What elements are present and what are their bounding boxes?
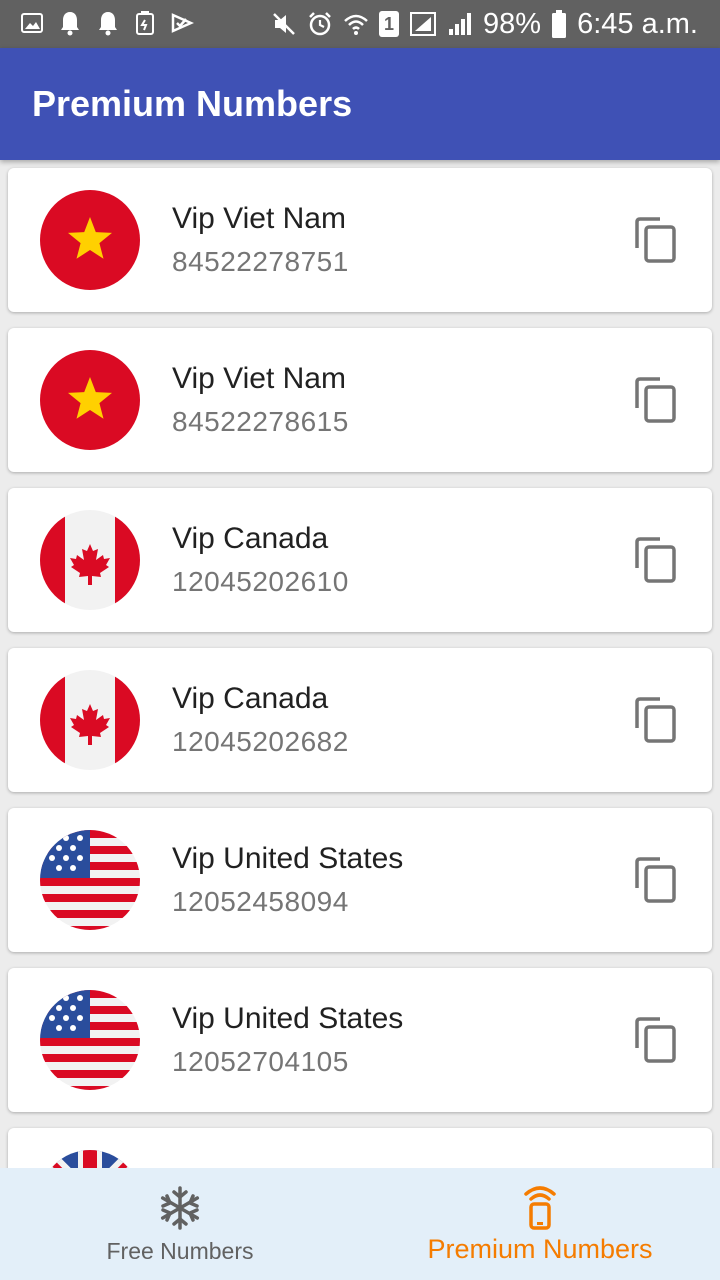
phone-number: 12045202610	[172, 566, 349, 597]
copy-button[interactable]	[628, 532, 684, 588]
phone-number: 84522278615	[172, 406, 349, 437]
country-name: Vip Viet Nam	[172, 202, 346, 235]
number-card[interactable]: Vip Viet Nam 84522278615	[8, 328, 712, 472]
copy-button[interactable]	[628, 852, 684, 908]
number-card[interactable]: Vip United States 12052458094	[8, 808, 712, 952]
number-card[interactable]	[8, 1128, 712, 1168]
country-name: Vip Canada	[172, 682, 329, 715]
sim-icon: 1	[379, 11, 400, 37]
copy-icon	[635, 697, 676, 743]
page-title: Premium Numbers	[32, 83, 353, 124]
copy-icon	[635, 217, 676, 263]
phone-signal-icon	[524, 1186, 556, 1230]
bell-notification-icon	[61, 12, 79, 36]
vietnam-flag-icon	[40, 350, 140, 450]
country-name: Vip United States	[172, 842, 404, 875]
copy-button[interactable]	[628, 212, 684, 268]
nav-free-numbers-label: Free Numbers	[106, 1238, 254, 1264]
copy-icon	[635, 377, 676, 423]
battery-saver-notification-icon	[136, 11, 154, 35]
bell-notification-icon	[99, 12, 117, 36]
wifi-icon	[344, 14, 368, 35]
clock: 6:45 a.m.	[577, 8, 698, 40]
country-name: Vip Canada	[172, 522, 329, 555]
copy-icon	[635, 857, 676, 903]
number-card[interactable]: Vip Canada 12045202610	[8, 488, 712, 632]
alarm-icon	[309, 12, 331, 36]
image-notification-icon	[21, 13, 43, 33]
nav-premium-numbers[interactable]: Premium Numbers	[360, 1168, 720, 1280]
phone-number: 12052704105	[172, 1046, 349, 1077]
copy-button[interactable]	[628, 1012, 684, 1068]
usa-flag-icon	[40, 830, 140, 930]
phone-number: 84522278751	[172, 246, 349, 277]
copy-button[interactable]	[628, 692, 684, 748]
vietnam-flag-icon	[40, 190, 140, 290]
copy-button[interactable]	[628, 372, 684, 428]
bottom-navigation: Free Numbers Premium Numbers	[0, 1168, 720, 1280]
phone-number: 12045202682	[172, 726, 349, 757]
checkmark-notification-icon	[171, 13, 194, 33]
app-bar: Premium Numbers	[0, 48, 720, 160]
number-card[interactable]: Vip Canada 12045202682	[8, 648, 712, 792]
status-bar: 1 98% 6:45 a.m.	[0, 0, 720, 48]
number-card[interactable]: Vip United States 12052704105	[8, 968, 712, 1112]
number-card[interactable]: Vip Viet Nam 84522278751	[8, 168, 712, 312]
nav-premium-numbers-label: Premium Numbers	[427, 1234, 653, 1264]
signal-strength-icon	[449, 13, 472, 35]
nav-free-numbers[interactable]: Free Numbers	[0, 1168, 360, 1280]
battery-percentage: 98%	[483, 8, 542, 40]
country-name: Vip United States	[172, 1002, 404, 1035]
copy-icon	[635, 537, 676, 583]
battery-icon	[552, 10, 567, 38]
premium-numbers-list[interactable]: Vip Viet Nam 84522278751 Vip Viet Nam 84…	[0, 160, 720, 1168]
canada-flag-icon	[40, 510, 140, 610]
mute-icon	[273, 13, 295, 35]
usa-flag-icon	[40, 990, 140, 1090]
snowflake-icon	[160, 1186, 200, 1230]
canada-flag-icon	[40, 670, 140, 770]
signal-icon	[410, 12, 437, 36]
copy-icon	[635, 1017, 676, 1063]
uk-flag-icon	[40, 1150, 140, 1168]
country-name: Vip Viet Nam	[172, 362, 346, 395]
phone-number: 12052458094	[172, 886, 349, 917]
